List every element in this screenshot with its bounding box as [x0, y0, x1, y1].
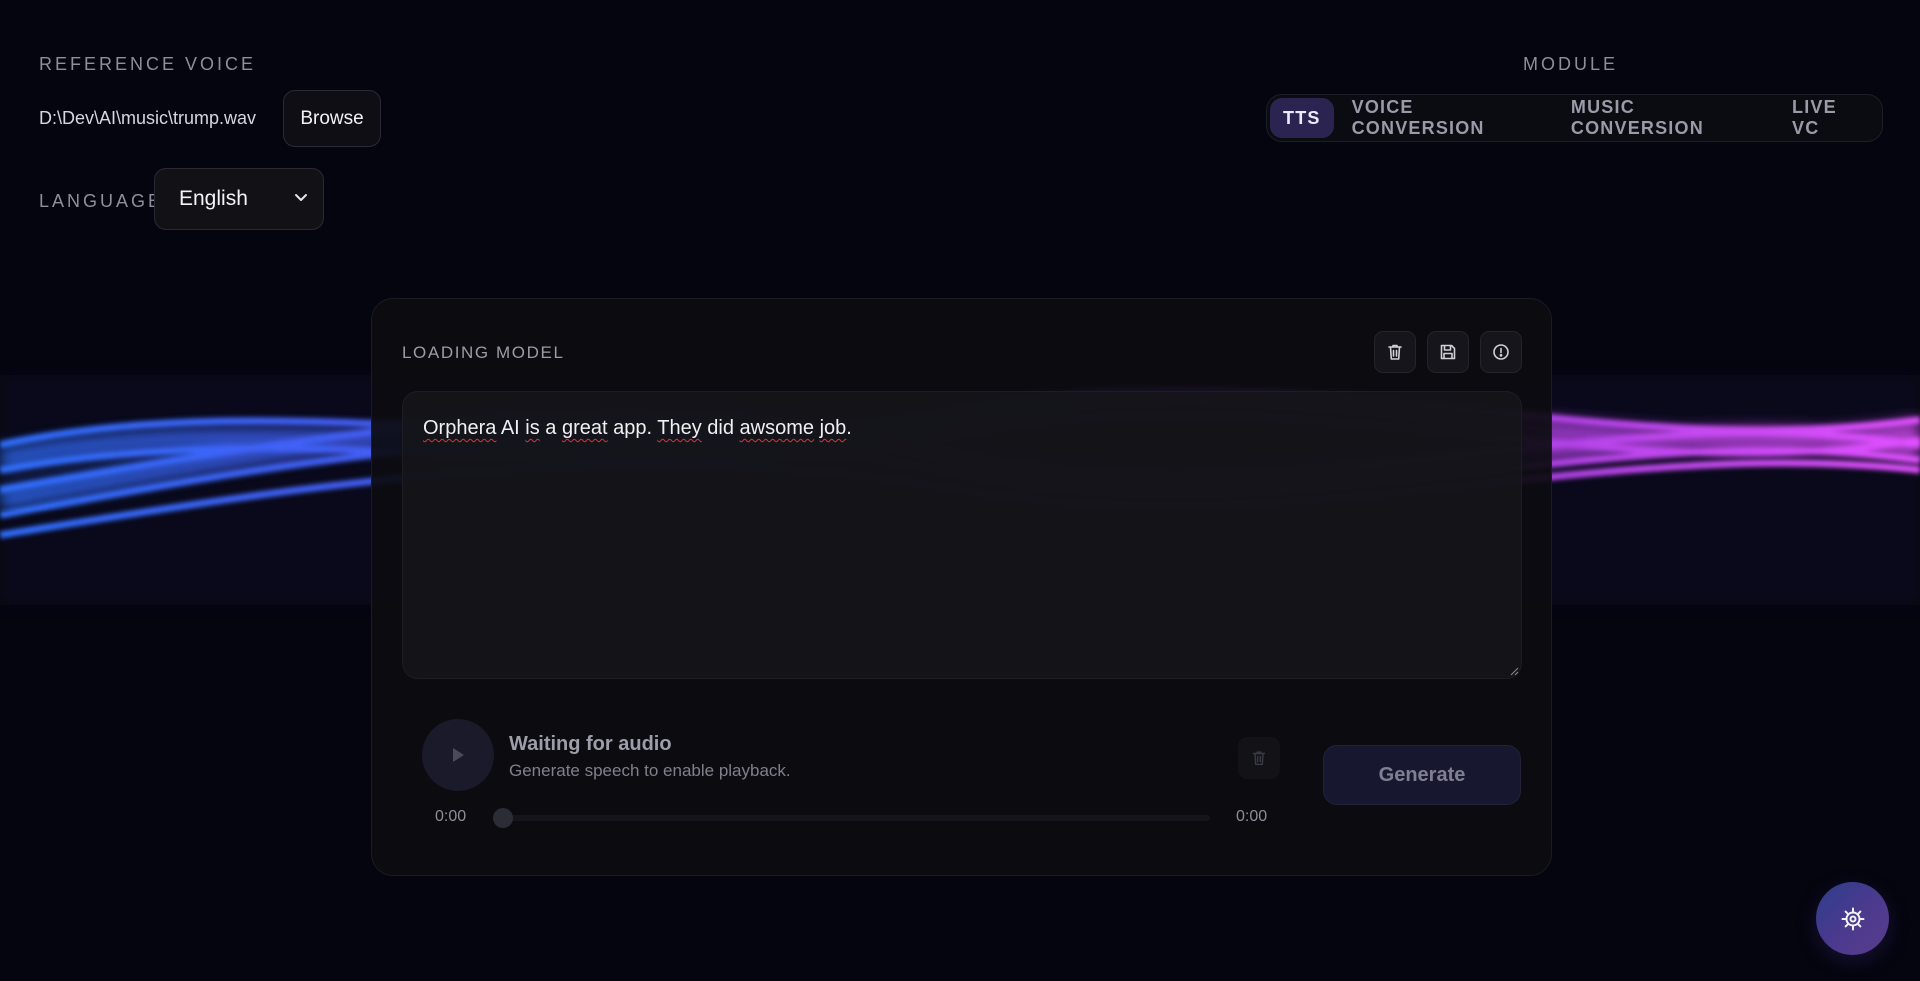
player-status-title: Waiting for audio: [509, 733, 672, 755]
text-part-misspelled: awsome: [739, 417, 815, 439]
save-icon: [1440, 344, 1456, 360]
text-part-misspelled: is: [525, 417, 540, 439]
total-time: 0:00: [1236, 808, 1268, 825]
language-selected-value: English: [179, 187, 248, 210]
play-button[interactable]: [422, 719, 494, 791]
module-label: MODULE: [1522, 54, 1618, 74]
module-tabs: TTS VOICE CONVERSION MUSIC CONVERSION LI…: [1266, 94, 1883, 142]
text-part: AI: [496, 417, 526, 439]
reference-voice-path: D:\Dev\AI\music\trump.wav: [39, 108, 257, 128]
tts-card: LOADING MODEL Orphera AI is a great app.…: [371, 298, 1552, 876]
language-label: LANGUAGE: [39, 191, 164, 211]
settings-icon: [1841, 907, 1864, 930]
text-part: .: [846, 417, 852, 439]
player-status-subtitle: Generate speech to enable playback.: [509, 761, 791, 780]
resize-handle-icon[interactable]: [1509, 666, 1519, 676]
trash-icon: [1252, 751, 1266, 766]
save-button[interactable]: [1427, 331, 1469, 373]
play-icon: [453, 748, 464, 762]
seek-thumb[interactable]: [493, 808, 513, 828]
info-icon: [1493, 344, 1509, 360]
language-select[interactable]: English: [154, 168, 324, 230]
info-button[interactable]: [1480, 331, 1522, 373]
current-time: 0:00: [435, 808, 467, 825]
reference-voice-label: REFERENCE VOICE: [39, 54, 257, 74]
tab-voice-conversion[interactable]: VOICE CONVERSION: [1338, 97, 1553, 138]
tab-live-vc[interactable]: LIVE VC: [1778, 97, 1879, 138]
text-part-misspelled: They: [657, 417, 702, 439]
text-input[interactable]: Orphera AI is a great app. They did awso…: [402, 391, 1522, 679]
text-part-misspelled: great: [561, 417, 608, 439]
model-status: LOADING MODEL: [402, 343, 565, 362]
trash-icon: [1388, 344, 1402, 360]
tab-tts[interactable]: TTS: [1270, 98, 1334, 138]
text-part: a: [539, 417, 562, 439]
chevron-down-icon: [295, 194, 307, 201]
app-window: REFERENCE VOICE D:\Dev\AI\music\trump.wa…: [0, 0, 1920, 981]
text-part-misspelled: Orphera: [423, 417, 497, 439]
tab-music-conversion[interactable]: MUSIC CONVERSION: [1557, 97, 1774, 138]
text-part: app.: [607, 417, 658, 439]
settings-button[interactable]: [1816, 882, 1889, 955]
text-part-misspelled: job: [819, 417, 847, 439]
text-part: did: [701, 417, 740, 439]
generate-button[interactable]: Generate: [1323, 745, 1521, 805]
browse-button[interactable]: Browse: [283, 90, 381, 147]
seek-track[interactable]: [497, 815, 1210, 821]
delete-audio-button[interactable]: [1238, 737, 1280, 779]
clear-text-button[interactable]: [1374, 331, 1416, 373]
